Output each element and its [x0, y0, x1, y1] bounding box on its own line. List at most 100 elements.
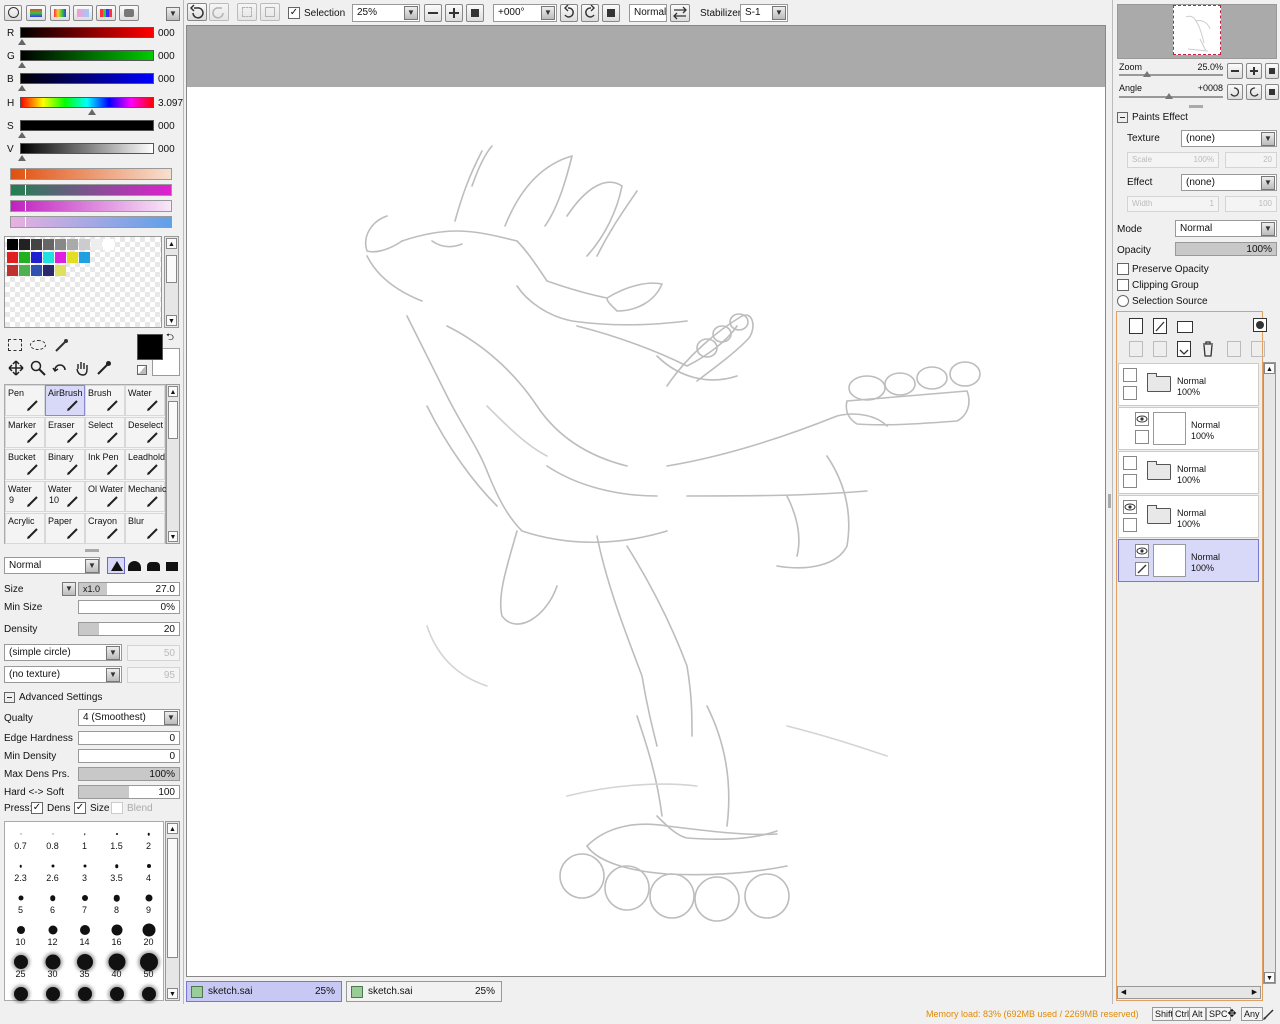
layer-visibility-toggle[interactable] [1135, 412, 1149, 426]
color-slider-2[interactable] [20, 73, 154, 84]
clear-layer-icon[interactable] [1251, 341, 1265, 357]
transparent-color-icon[interactable] [137, 365, 147, 375]
redo-button[interactable] [209, 3, 229, 21]
transfer-down-icon[interactable] [1153, 341, 1167, 357]
clipping-group-checkbox[interactable] [1117, 279, 1129, 291]
tool-leadhold[interactable]: Leadhold [125, 449, 165, 480]
brush-size-preset[interactable]: 40 [101, 950, 132, 981]
brush-size-preset[interactable]: 30 [37, 950, 68, 981]
navigator-angle-slider[interactable] [1119, 93, 1223, 99]
hsv-slider-mode-button[interactable] [50, 5, 70, 21]
lasso-select-tool[interactable] [30, 340, 46, 350]
zoom-in-button[interactable] [445, 4, 463, 22]
navigator-rotate-reset-button[interactable] [1265, 84, 1279, 100]
scratchpad-mode-button[interactable] [119, 5, 139, 21]
deselect-button[interactable] [237, 3, 257, 21]
brush-size-preset[interactable]: 6 [37, 886, 68, 917]
merge-down-icon[interactable] [1177, 341, 1191, 357]
hand-tool-icon[interactable] [74, 360, 90, 376]
swatch[interactable] [19, 265, 30, 276]
tool-crayon[interactable]: Crayon [85, 513, 125, 544]
brush-size-preset[interactable]: 8 [101, 886, 132, 917]
color-slider-5[interactable] [20, 143, 154, 154]
brush-size-preset[interactable]: 2 [133, 822, 164, 853]
new-folder-icon[interactable] [1177, 321, 1193, 333]
swap-colors-icon[interactable]: ⮌ [166, 333, 178, 345]
layer-mask-icon[interactable] [1253, 318, 1267, 332]
brush-shape-flat-button[interactable] [145, 557, 163, 574]
zoom-reset-button[interactable] [466, 4, 484, 22]
eyedropper-icon[interactable] [96, 360, 112, 376]
swatch[interactable] [43, 252, 54, 263]
layer-lock-toggle[interactable] [1123, 518, 1137, 532]
rotate-reset-button[interactable] [602, 4, 620, 22]
tool-mechanic[interactable]: Mechanic [125, 481, 167, 512]
mixer-bar-green-magenta[interactable] [10, 184, 172, 196]
size-slider[interactable]: x1.0 27.0 [78, 582, 180, 596]
swatches-mode-button[interactable] [96, 5, 116, 21]
angle-dropdown[interactable]: ▼ [541, 6, 555, 20]
color-slider-3-handle[interactable] [88, 109, 96, 115]
tool-binary[interactable]: Binary [45, 449, 85, 480]
swatch[interactable] [31, 265, 42, 276]
swatch[interactable] [103, 239, 114, 250]
min-size-slider[interactable]: 0% [78, 600, 180, 614]
color-slider-3[interactable] [20, 97, 154, 108]
selection-checkbox[interactable]: ✓ [288, 7, 300, 19]
brush-shape-sharp-button[interactable] [107, 557, 125, 574]
swatch[interactable] [79, 252, 90, 263]
press-blend-checkbox[interactable] [111, 802, 123, 814]
color-slider-4[interactable] [20, 120, 154, 131]
document-tab[interactable]: sketch.sai 25% [346, 981, 502, 1002]
navigator-zoom-slider[interactable] [1119, 71, 1223, 77]
invert-selection-button[interactable] [260, 3, 280, 21]
color-slider-4-handle[interactable] [18, 132, 26, 138]
brush-size-preset[interactable]: 16 [101, 918, 132, 949]
magic-wand-icon[interactable] [54, 337, 70, 353]
brush-shape-square-button[interactable] [164, 557, 180, 574]
tool-ol-water[interactable]: Ol Water [85, 481, 125, 512]
layer-item[interactable]: Normal 100% [1118, 363, 1259, 406]
panel-options-dropdown[interactable]: ▼ [166, 7, 180, 21]
paints-effect-toggle[interactable] [1117, 112, 1128, 123]
brush-size-preset[interactable]: 2.3 [5, 854, 36, 885]
color-mixer-mode-button[interactable] [73, 5, 93, 21]
zoom-out-button[interactable] [424, 4, 442, 22]
copy-layer-icon[interactable] [1129, 341, 1143, 357]
brush-size-preset[interactable]: 25 [5, 950, 36, 981]
swatch[interactable] [43, 265, 54, 276]
tool-acrylic[interactable]: Acrylic [5, 513, 45, 544]
brush-blend-mode-dropdown[interactable]: ▼ [85, 559, 99, 573]
brush-size-preset[interactable]: 7 [69, 886, 100, 917]
rotate-right-button[interactable] [581, 4, 599, 22]
brush-size-preset[interactable]: 4 [133, 854, 164, 885]
opacity-slider[interactable]: 100% [1175, 242, 1277, 256]
move-icon[interactable] [8, 360, 24, 376]
sketch-drawing[interactable] [187, 26, 1105, 976]
layer-list-hscrollbar[interactable]: ◀ ▶ [1117, 986, 1261, 999]
swatch[interactable] [55, 265, 66, 276]
layer-list-scrollbar[interactable]: ▲ ▼ [1263, 362, 1276, 984]
flatten-icon[interactable] [1227, 341, 1241, 357]
tool-select[interactable]: Select [85, 417, 125, 448]
new-linework-layer-icon[interactable] [1153, 318, 1167, 334]
swatch[interactable] [55, 252, 66, 263]
tool-grid-scrollbar[interactable]: ▲ ▼ [166, 384, 180, 544]
brush-texture-select[interactable]: (no texture) [4, 666, 122, 683]
layer-item[interactable]: Normal 100% [1118, 451, 1259, 494]
mixer-bar-pink-blue[interactable] [10, 216, 172, 228]
brush-size-preset[interactable]: 5 [5, 886, 36, 917]
layer-item[interactable]: Normal 100% [1118, 539, 1259, 582]
texture-dropdown[interactable]: ▼ [1261, 132, 1275, 146]
layer-item[interactable]: Normal 100% [1118, 407, 1259, 450]
navigator-rotate-right-button[interactable] [1246, 84, 1262, 100]
swatch[interactable] [19, 239, 30, 250]
swatch[interactable] [31, 252, 42, 263]
tool-deselect[interactable]: Deselect [125, 417, 165, 448]
blend-mode-display[interactable]: Normal [629, 4, 667, 22]
swatch[interactable] [67, 252, 78, 263]
tool-water[interactable]: Water [125, 385, 165, 416]
brush-size-preset[interactable]: 9 [133, 886, 164, 917]
brush-size-preset[interactable]: 0.8 [37, 822, 68, 853]
swatch[interactable] [67, 239, 78, 250]
